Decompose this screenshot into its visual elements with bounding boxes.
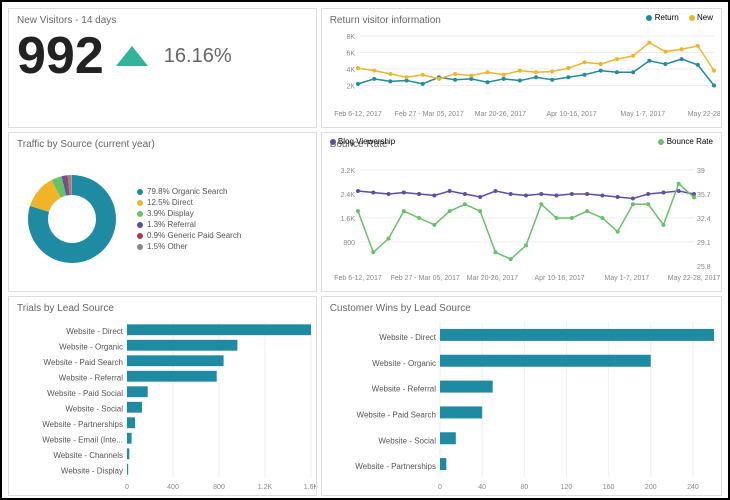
svg-text:May 22-28, 2017: May 22-28, 2017 [687, 111, 719, 118]
trials-title: Trials by Lead Source [17, 303, 308, 314]
svg-text:Website - Referral: Website - Referral [371, 385, 436, 394]
wins-title: Customer Wins by Lead Source [330, 303, 713, 314]
svg-text:40: 40 [478, 484, 486, 491]
dashboard: New Visitors - 14 days 992 16.16% Return… [0, 0, 730, 500]
legend-new: New [697, 13, 713, 22]
svg-text:2K: 2K [346, 84, 355, 91]
return-legend: Return New [646, 13, 713, 22]
svg-text:1.2K: 1.2K [258, 484, 273, 491]
legend-other: 1.5% Other [147, 242, 187, 251]
svg-text:25.8: 25.8 [697, 264, 711, 271]
svg-text:400: 400 [167, 484, 179, 491]
legend-return: Return [655, 13, 679, 22]
wins-chart: 0 40 80 120 160 200 240 Website - Direct Website… [330, 318, 720, 493]
svg-text:120: 120 [560, 484, 572, 491]
return-visitor-chart: 2K 4K 6K 8K Feb 6-12, 2017 Feb 27 - Mar 05, 2… [330, 30, 720, 120]
svg-text:Apr 10-16, 2017: Apr 10-16, 2017 [546, 111, 596, 118]
svg-text:Website - Referral: Website - Referral [59, 374, 124, 383]
svg-text:Website - Email (Inte...: Website - Email (Inte... [42, 436, 123, 445]
svg-text:Website - Channels: Website - Channels [53, 451, 123, 460]
svg-text:Website - Paid Search: Website - Paid Search [356, 410, 435, 419]
svg-text:0: 0 [438, 484, 442, 491]
svg-text:Website - Partnerships: Website - Partnerships [42, 420, 123, 429]
svg-text:May 22-28, 2017: May 22-28, 2017 [667, 275, 719, 282]
traffic-legend: 79.8% Organic Search 12.5% Direct 3.9% D… [137, 187, 241, 251]
svg-text:6K: 6K [346, 51, 355, 58]
legend-paid: 0.9% Generic Paid Search [147, 231, 241, 240]
bounce-chart: 800 1.6K 2.4K 3.2K 25.8 29.1 32.4 35.7 39 Feb 6-1… [330, 154, 720, 284]
svg-text:Feb 6-12, 2017: Feb 6-12, 2017 [334, 275, 382, 282]
svg-text:Website - Direct: Website - Direct [66, 327, 124, 336]
svg-text:Website - Organic: Website - Organic [59, 343, 123, 352]
svg-text:3.2K: 3.2K [340, 168, 355, 175]
svg-text:8K: 8K [346, 34, 355, 41]
svg-text:80: 80 [520, 484, 528, 491]
svg-text:800: 800 [343, 240, 355, 247]
traffic-donut-chart [17, 164, 127, 274]
svg-text:Feb 6-12, 2017: Feb 6-12, 2017 [334, 111, 382, 118]
svg-text:Website - Paid Social: Website - Paid Social [47, 389, 123, 398]
svg-text:Apr 10-16, 2017: Apr 10-16, 2017 [534, 275, 584, 282]
bounce-legend: Blog Viewership Bounce Rate [330, 137, 713, 146]
svg-text:May 1-7, 2017: May 1-7, 2017 [620, 111, 665, 118]
traffic-panel: Traffic by Source (current year) 79.8% O… [8, 132, 317, 292]
svg-text:29.1: 29.1 [697, 240, 711, 247]
kpi-change: 16.16% [164, 45, 232, 68]
svg-text:Website - Display: Website - Display [61, 467, 123, 476]
svg-text:Feb 27 - Mar 05, 2017: Feb 27 - Mar 05, 2017 [390, 275, 459, 282]
legend-referral: 1.3% Referral [147, 220, 196, 229]
svg-text:1.6K: 1.6K [304, 484, 317, 491]
kpi-value: 992 [17, 30, 104, 82]
svg-text:200: 200 [645, 484, 657, 491]
return-visitor-panel: Return visitor information Return New 2K… [321, 8, 722, 128]
svg-text:Website - Direct: Website - Direct [379, 333, 437, 342]
svg-text:Website - Social: Website - Social [65, 405, 123, 414]
bounce-panel: Bounce Rate Blog Viewership Bounce Rate … [321, 132, 722, 292]
wins-panel: Customer Wins by Lead Source 0 40 80 120 160… [321, 296, 722, 496]
svg-text:May 1-7, 2017: May 1-7, 2017 [604, 275, 649, 282]
svg-text:240: 240 [687, 484, 699, 491]
svg-text:Website - Paid Search: Website - Paid Search [44, 358, 123, 367]
svg-text:35.7: 35.7 [697, 192, 711, 199]
legend-bounce: Bounce Rate [667, 137, 713, 146]
svg-text:Website - Organic: Website - Organic [372, 359, 436, 368]
trend-up-icon [116, 46, 148, 66]
svg-text:Website - Social: Website - Social [378, 436, 436, 445]
legend-display: 3.9% Display [147, 209, 194, 218]
svg-text:800: 800 [213, 484, 225, 491]
svg-text:160: 160 [602, 484, 614, 491]
svg-text:2.4K: 2.4K [340, 192, 355, 199]
svg-text:Feb 27 - Mar 05, 2017: Feb 27 - Mar 05, 2017 [394, 111, 463, 118]
traffic-title: Traffic by Source (current year) [17, 139, 308, 150]
svg-text:0: 0 [125, 484, 129, 491]
legend-organic: 79.8% Organic Search [147, 187, 228, 196]
svg-text:4K: 4K [346, 67, 355, 74]
svg-text:39: 39 [697, 168, 705, 175]
svg-text:1.6K: 1.6K [340, 216, 355, 223]
trials-panel: Trials by Lead Source 0 400 800 1.2K 1.6K Web… [8, 296, 317, 496]
svg-text:Mar 20-26, 2017: Mar 20-26, 2017 [466, 275, 517, 282]
legend-blog: Blog Viewership [338, 137, 395, 146]
svg-text:Mar 20-26, 2017: Mar 20-26, 2017 [474, 111, 525, 118]
svg-text:32.4: 32.4 [697, 216, 711, 223]
kpi-panel: New Visitors - 14 days 992 16.16% [8, 8, 317, 128]
legend-direct: 12.5% Direct [147, 198, 193, 207]
svg-text:Website - Partnerships: Website - Partnerships [355, 462, 436, 471]
kpi-title: New Visitors - 14 days [17, 15, 308, 26]
trials-chart: 0 400 800 1.2K 1.6K Website - Direct Website -… [17, 318, 317, 493]
